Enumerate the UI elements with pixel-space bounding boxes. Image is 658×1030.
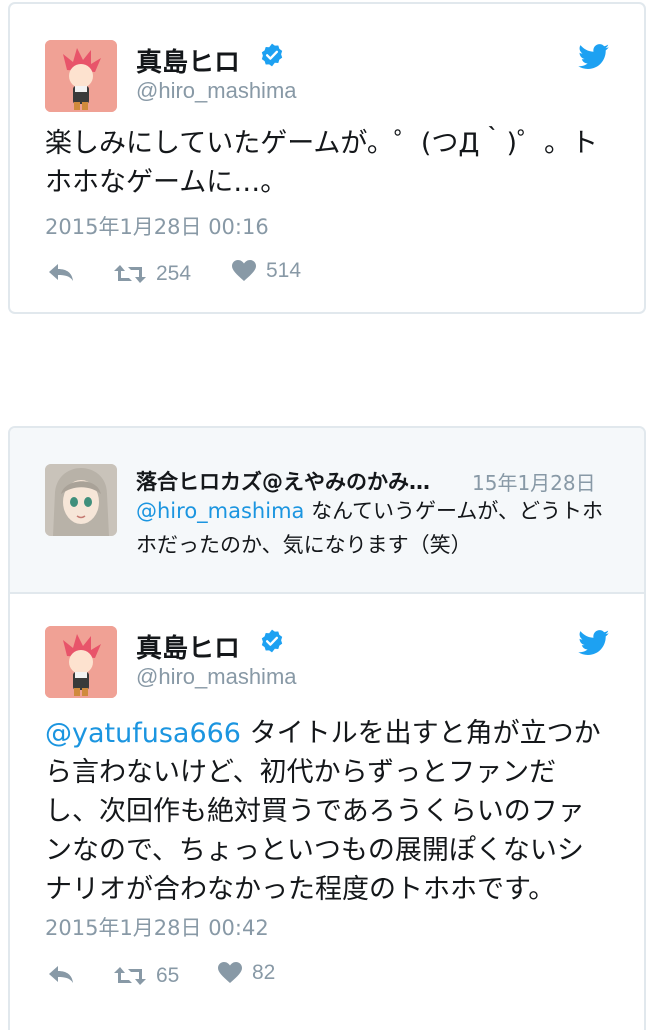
timestamp[interactable]: 2015年1月28日 00:16 (45, 211, 269, 241)
tweet-card-1: 真島ヒロ @hiro_mashima 楽しみにしていたゲームが。゜(つД｀)゜。… (8, 2, 646, 314)
context-tweet[interactable]: 落合ヒロカズ@えやみのかみ… 15年1月28日 @hiro_mashima なん… (10, 428, 644, 594)
reply-icon (49, 264, 73, 281)
display-name[interactable]: 真島ヒロ (136, 628, 240, 665)
tweet-text: @yatufusa666 タイトルを出すと角が立つから言わないけど、初代からずっ… (45, 714, 607, 909)
like-count: 82 (252, 961, 276, 984)
reply-icon (49, 966, 73, 983)
retweet-count: 65 (156, 964, 180, 987)
conversation-card: 落合ヒロカズ@えやみのかみ… 15年1月28日 @hiro_mashima なん… (8, 426, 646, 1030)
retweet-count: 254 (156, 262, 192, 285)
handle[interactable]: @hiro_mashima (136, 78, 297, 104)
avatar[interactable] (45, 40, 117, 112)
verified-badge-icon (261, 629, 283, 653)
timestamp[interactable]: 2015年1月28日 00:42 (45, 912, 269, 942)
context-display-name[interactable]: 落合ヒロカズ@えやみのかみ… (136, 466, 430, 496)
mention-link[interactable]: @hiro_mashima (136, 499, 304, 523)
like-button[interactable]: 82 (218, 961, 275, 985)
retweet-button[interactable]: 254 (114, 262, 191, 286)
like-button[interactable]: 514 (232, 259, 301, 283)
heart-icon (232, 260, 256, 281)
reply-button[interactable] (47, 262, 75, 282)
tweet-text: 楽しみにしていたゲームが。゜(つД｀)゜。トホホなゲームに…。 (45, 128, 599, 198)
verified-badge-icon (261, 43, 283, 67)
context-tweet-text: @hiro_mashima なんていうゲームが、どうトホホだったのか、気になりま… (136, 494, 606, 562)
context-date[interactable]: 15年1月28日 (472, 467, 596, 496)
retweet-icon (114, 967, 146, 985)
heart-icon (218, 962, 242, 983)
twitter-bird-icon[interactable] (578, 630, 610, 656)
context-avatar[interactable] (45, 464, 117, 536)
retweet-icon (114, 265, 146, 283)
reply-button[interactable] (47, 964, 75, 984)
retweet-button[interactable]: 65 (114, 964, 179, 988)
handle[interactable]: @hiro_mashima (136, 664, 297, 690)
avatar[interactable] (45, 626, 117, 698)
like-count: 514 (266, 259, 302, 282)
mention-link[interactable]: @yatufusa666 (45, 718, 241, 749)
display-name[interactable]: 真島ヒロ (136, 42, 240, 79)
twitter-bird-icon[interactable] (578, 44, 610, 70)
